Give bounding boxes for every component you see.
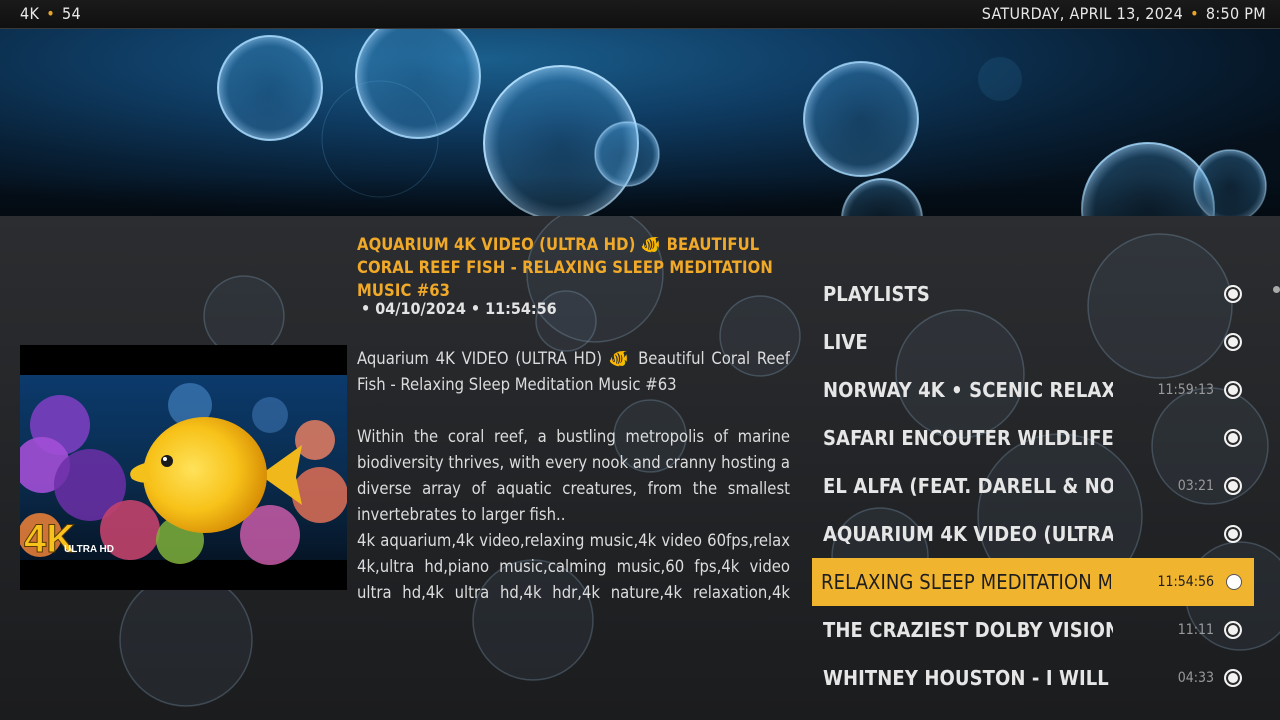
list-item-label: THE CRAZIEST DOLBY VISION ... <box>823 618 1113 642</box>
current-time: 8:50 PM <box>1205 4 1266 23</box>
radio-icon <box>1224 669 1242 687</box>
media-list: PLAYLISTS LIVE NORWAY 4K • SCENIC RELAXA… <box>812 270 1254 702</box>
banner-background <box>0 29 1280 216</box>
description-title: Aquarium 4K VIDEO (ULTRA HD) 🐠 Beautiful… <box>357 349 790 394</box>
radio-icon <box>1224 621 1242 639</box>
media-date: • 04/10/2024 • 11:54:56 <box>361 299 557 318</box>
list-item-selected[interactable]: RELAXING SLEEP MEDITATION M 11:54:56 <box>812 558 1254 606</box>
item-count: 54 <box>62 4 81 23</box>
list-item-label: AQUARIUM 4K VIDEO (ULTRA... <box>823 522 1113 546</box>
list-item[interactable]: THE CRAZIEST DOLBY VISION ... 11:11 <box>812 606 1254 654</box>
list-item-label: EL ALFA (FEAT. DARELL & NO... <box>823 474 1113 498</box>
top-status-bar: 4K • 54 SATURDAY, APRIL 13, 2024 • 8:50 PM <box>0 0 1280 29</box>
list-item[interactable]: WHITNEY HOUSTON - I WILL ... 04:33 <box>812 654 1254 702</box>
radio-icon <box>1224 285 1242 303</box>
list-item[interactable]: AQUARIUM 4K VIDEO (ULTRA... <box>812 510 1254 558</box>
thumbnail-image: 4K ULTRA HD <box>14 345 348 590</box>
radio-icon <box>1224 477 1242 495</box>
list-item-label: PLAYLISTS <box>823 282 930 306</box>
media-description: Aquarium 4K VIDEO (ULTRA HD) 🐠 Beautiful… <box>357 346 790 610</box>
scroll-indicator[interactable] <box>1273 286 1280 293</box>
radio-icon <box>1224 381 1242 399</box>
radio-icon <box>1224 333 1242 351</box>
media-thumbnail[interactable]: 4K ULTRA HD <box>14 345 348 590</box>
radio-icon <box>1224 429 1242 447</box>
list-item-label: SAFARI ENCOUTER WILDLIFE ... <box>823 426 1113 450</box>
description-body: Within the coral reef, a bustling metrop… <box>357 427 790 524</box>
list-item-label: LIVE <box>823 330 868 354</box>
media-title: AQUARIUM 4K VIDEO (ULTRA HD) 🐠 BEAUTIFUL… <box>357 235 773 300</box>
radio-icon <box>1224 525 1242 543</box>
list-item-time: 11:54:56 <box>1157 574 1214 590</box>
list-item-live[interactable]: LIVE <box>812 318 1254 366</box>
list-item-label: RELAXING SLEEP MEDITATION M <box>821 570 1111 594</box>
separator-dot: • <box>1190 4 1199 23</box>
list-item-time: 03:21 <box>1177 478 1214 494</box>
quality-label: 4K <box>20 4 40 23</box>
list-item-label: WHITNEY HOUSTON - I WILL ... <box>823 666 1113 690</box>
radio-icon <box>1226 574 1242 590</box>
list-item-label: NORWAY 4K • SCENIC RELAXA... <box>823 378 1113 402</box>
banner-shade <box>0 176 1280 216</box>
thumbnail-ultrahd-badge: ULTRA HD <box>64 544 114 555</box>
status-right: SATURDAY, APRIL 13, 2024 • 8:50 PM <box>982 0 1266 28</box>
media-center-screen: 4K • 54 SATURDAY, APRIL 13, 2024 • 8:50 PM <box>0 0 1280 720</box>
status-left: 4K • 54 <box>20 0 81 28</box>
list-item-playlists[interactable]: PLAYLISTS <box>812 270 1254 318</box>
list-item[interactable]: SAFARI ENCOUTER WILDLIFE ... <box>812 414 1254 462</box>
list-item-time: 11:59:13 <box>1157 382 1214 398</box>
current-date: SATURDAY, APRIL 13, 2024 <box>981 4 1184 23</box>
list-item[interactable]: EL ALFA (FEAT. DARELL & NO... 03:21 <box>812 462 1254 510</box>
separator-dot: • <box>46 4 55 23</box>
list-item-time: 04:33 <box>1177 670 1214 686</box>
list-item-time: 11:11 <box>1177 622 1214 638</box>
list-item[interactable]: NORWAY 4K • SCENIC RELAXA... 11:59:13 <box>812 366 1254 414</box>
description-tags: 4k aquarium,4k video,relaxing music,4k v… <box>357 531 790 610</box>
